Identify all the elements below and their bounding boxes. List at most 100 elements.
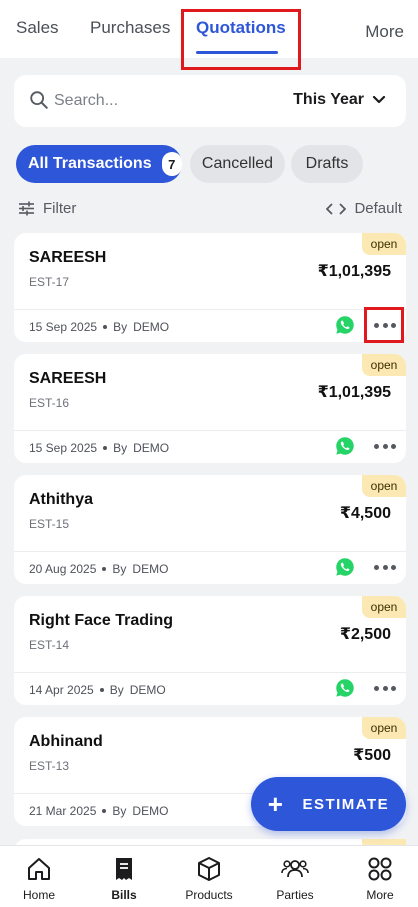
search-bar: This Year: [14, 75, 406, 127]
whatsapp-icon[interactable]: [335, 436, 355, 456]
amount: ₹500: [353, 747, 391, 764]
separator-dot: [102, 567, 107, 571]
transaction-date: 20 Aug 2025: [29, 562, 97, 576]
by-label: By: [112, 562, 127, 576]
created-by: DEMO: [132, 804, 169, 818]
transaction-meta: 20 Aug 2025 By DEMO: [29, 562, 168, 576]
separator-dot: [99, 688, 104, 692]
transaction-date: 15 Sep 2025: [29, 320, 98, 334]
period-select[interactable]: This Year: [293, 91, 386, 109]
transaction-card[interactable]: open Athithya EST-15 ₹4,500 20 Aug 2025 By DEM…: [14, 475, 406, 584]
created-by: DEMO: [129, 683, 166, 697]
separator-dot: [103, 446, 108, 450]
more-options-icon[interactable]: [374, 680, 396, 696]
divider: [14, 309, 406, 310]
status-badge: open: [362, 233, 406, 255]
estimate-number: EST-16: [29, 396, 70, 410]
receipt-icon: [116, 858, 132, 880]
chip-drafts[interactable]: Drafts: [291, 145, 363, 183]
chevron-down-icon: [372, 95, 386, 104]
created-by: DEMO: [132, 562, 169, 576]
by-label: By: [112, 804, 127, 818]
separator-dot: [102, 809, 107, 813]
home-icon: [28, 858, 50, 880]
whatsapp-icon[interactable]: [335, 678, 355, 698]
transaction-card[interactable]: open Right Face Trading EST-14 ₹2,500 14 Apr…: [14, 596, 406, 705]
plus-icon: +: [267, 789, 285, 819]
tab-quotations[interactable]: Quotations: [196, 18, 286, 38]
add-estimate-button[interactable]: + ESTIMATE: [251, 777, 406, 831]
search-icon: [30, 91, 48, 109]
chip-cancelled[interactable]: Cancelled: [190, 145, 285, 183]
divider: [14, 430, 406, 431]
divider: [14, 672, 406, 673]
nav-home[interactable]: Home: [0, 856, 79, 902]
transaction-date: 21 Mar 2025: [29, 804, 97, 818]
chip-all-count: 7: [161, 152, 182, 176]
separator-dot: [103, 325, 108, 329]
party-name: SAREESH: [29, 370, 107, 387]
party-name: Right Face Trading: [29, 612, 174, 629]
amount: ₹2,500: [339, 626, 391, 643]
transaction-date: 15 Sep 2025: [29, 441, 98, 455]
status-badge: open: [362, 475, 406, 497]
estimate-number: EST-14: [29, 638, 70, 652]
nav-home-label: Home: [22, 888, 55, 902]
filter-button[interactable]: Filter: [18, 200, 76, 217]
nav-parties[interactable]: Parties: [255, 856, 335, 902]
amount: ₹4,500: [339, 505, 391, 522]
created-by: DEMO: [133, 320, 170, 334]
party-name: SAREESH: [29, 249, 107, 266]
estimate-number: EST-15: [29, 517, 70, 531]
by-label: By: [113, 441, 128, 455]
nav-bills[interactable]: Bills: [84, 856, 164, 902]
transaction-card[interactable]: open SAREESH EST-17 ₹1,01,395 15 Sep 2025 By D…: [14, 233, 406, 342]
active-tab-indicator: [196, 51, 278, 54]
more-options-icon[interactable]: [374, 438, 396, 454]
bottom-nav: Home Bills Products Parties More: [0, 845, 418, 907]
by-label: By: [113, 320, 128, 334]
more-options-icon[interactable]: [374, 317, 396, 333]
estimate-number: EST-17: [29, 275, 70, 289]
nav-parties-label: Parties: [276, 888, 314, 902]
nav-more[interactable]: More: [340, 856, 418, 902]
nav-bills-label: Bills: [111, 888, 137, 902]
nav-more-label: More: [366, 888, 394, 902]
transaction-date: 14 Apr 2025: [29, 683, 94, 697]
tab-more[interactable]: More: [365, 22, 404, 42]
divider: [14, 551, 406, 552]
tab-purchases[interactable]: Purchases: [90, 18, 170, 38]
chip-all-label: All Transactions: [28, 155, 152, 172]
chip-all-transactions[interactable]: All Transactions 7: [16, 145, 182, 183]
status-badge: open: [362, 717, 406, 739]
party-name: Abhinand: [29, 733, 103, 750]
nav-products[interactable]: Products: [169, 856, 249, 902]
transaction-meta: 15 Sep 2025 By DEMO: [29, 320, 169, 334]
created-by: DEMO: [133, 441, 170, 455]
whatsapp-icon[interactable]: [335, 557, 355, 577]
tab-sales[interactable]: Sales: [16, 18, 59, 38]
nav-products-label: Products: [185, 888, 233, 902]
status-badge: open: [362, 354, 406, 376]
grid-icon: [368, 857, 392, 881]
period-select-label: This Year: [293, 91, 364, 108]
sort-label: Default: [354, 200, 402, 217]
filter-label: Filter: [43, 200, 77, 217]
by-label: By: [109, 683, 124, 697]
add-estimate-label: ESTIMATE: [302, 795, 390, 813]
party-name: Athithya: [29, 491, 93, 508]
whatsapp-icon[interactable]: [335, 315, 355, 335]
amount: ₹1,01,395: [317, 384, 391, 401]
search-input[interactable]: [54, 87, 274, 115]
status-badge: open: [362, 596, 406, 618]
more-options-icon[interactable]: [374, 559, 396, 575]
transaction-meta: 15 Sep 2025 By DEMO: [29, 441, 169, 455]
transaction-meta: 21 Mar 2025 By DEMO: [29, 804, 168, 818]
code-arrows-icon: [326, 202, 347, 215]
transaction-card[interactable]: open SAREESH EST-16 ₹1,01,395 15 Sep 2025 By D…: [14, 354, 406, 463]
sliders-icon: [19, 201, 34, 216]
transaction-meta: 14 Apr 2025 By DEMO: [29, 683, 166, 697]
top-tab-bar: Sales Purchases Quotations More: [0, 0, 418, 58]
box-icon: [198, 857, 220, 881]
sort-button[interactable]: Default: [326, 200, 402, 217]
